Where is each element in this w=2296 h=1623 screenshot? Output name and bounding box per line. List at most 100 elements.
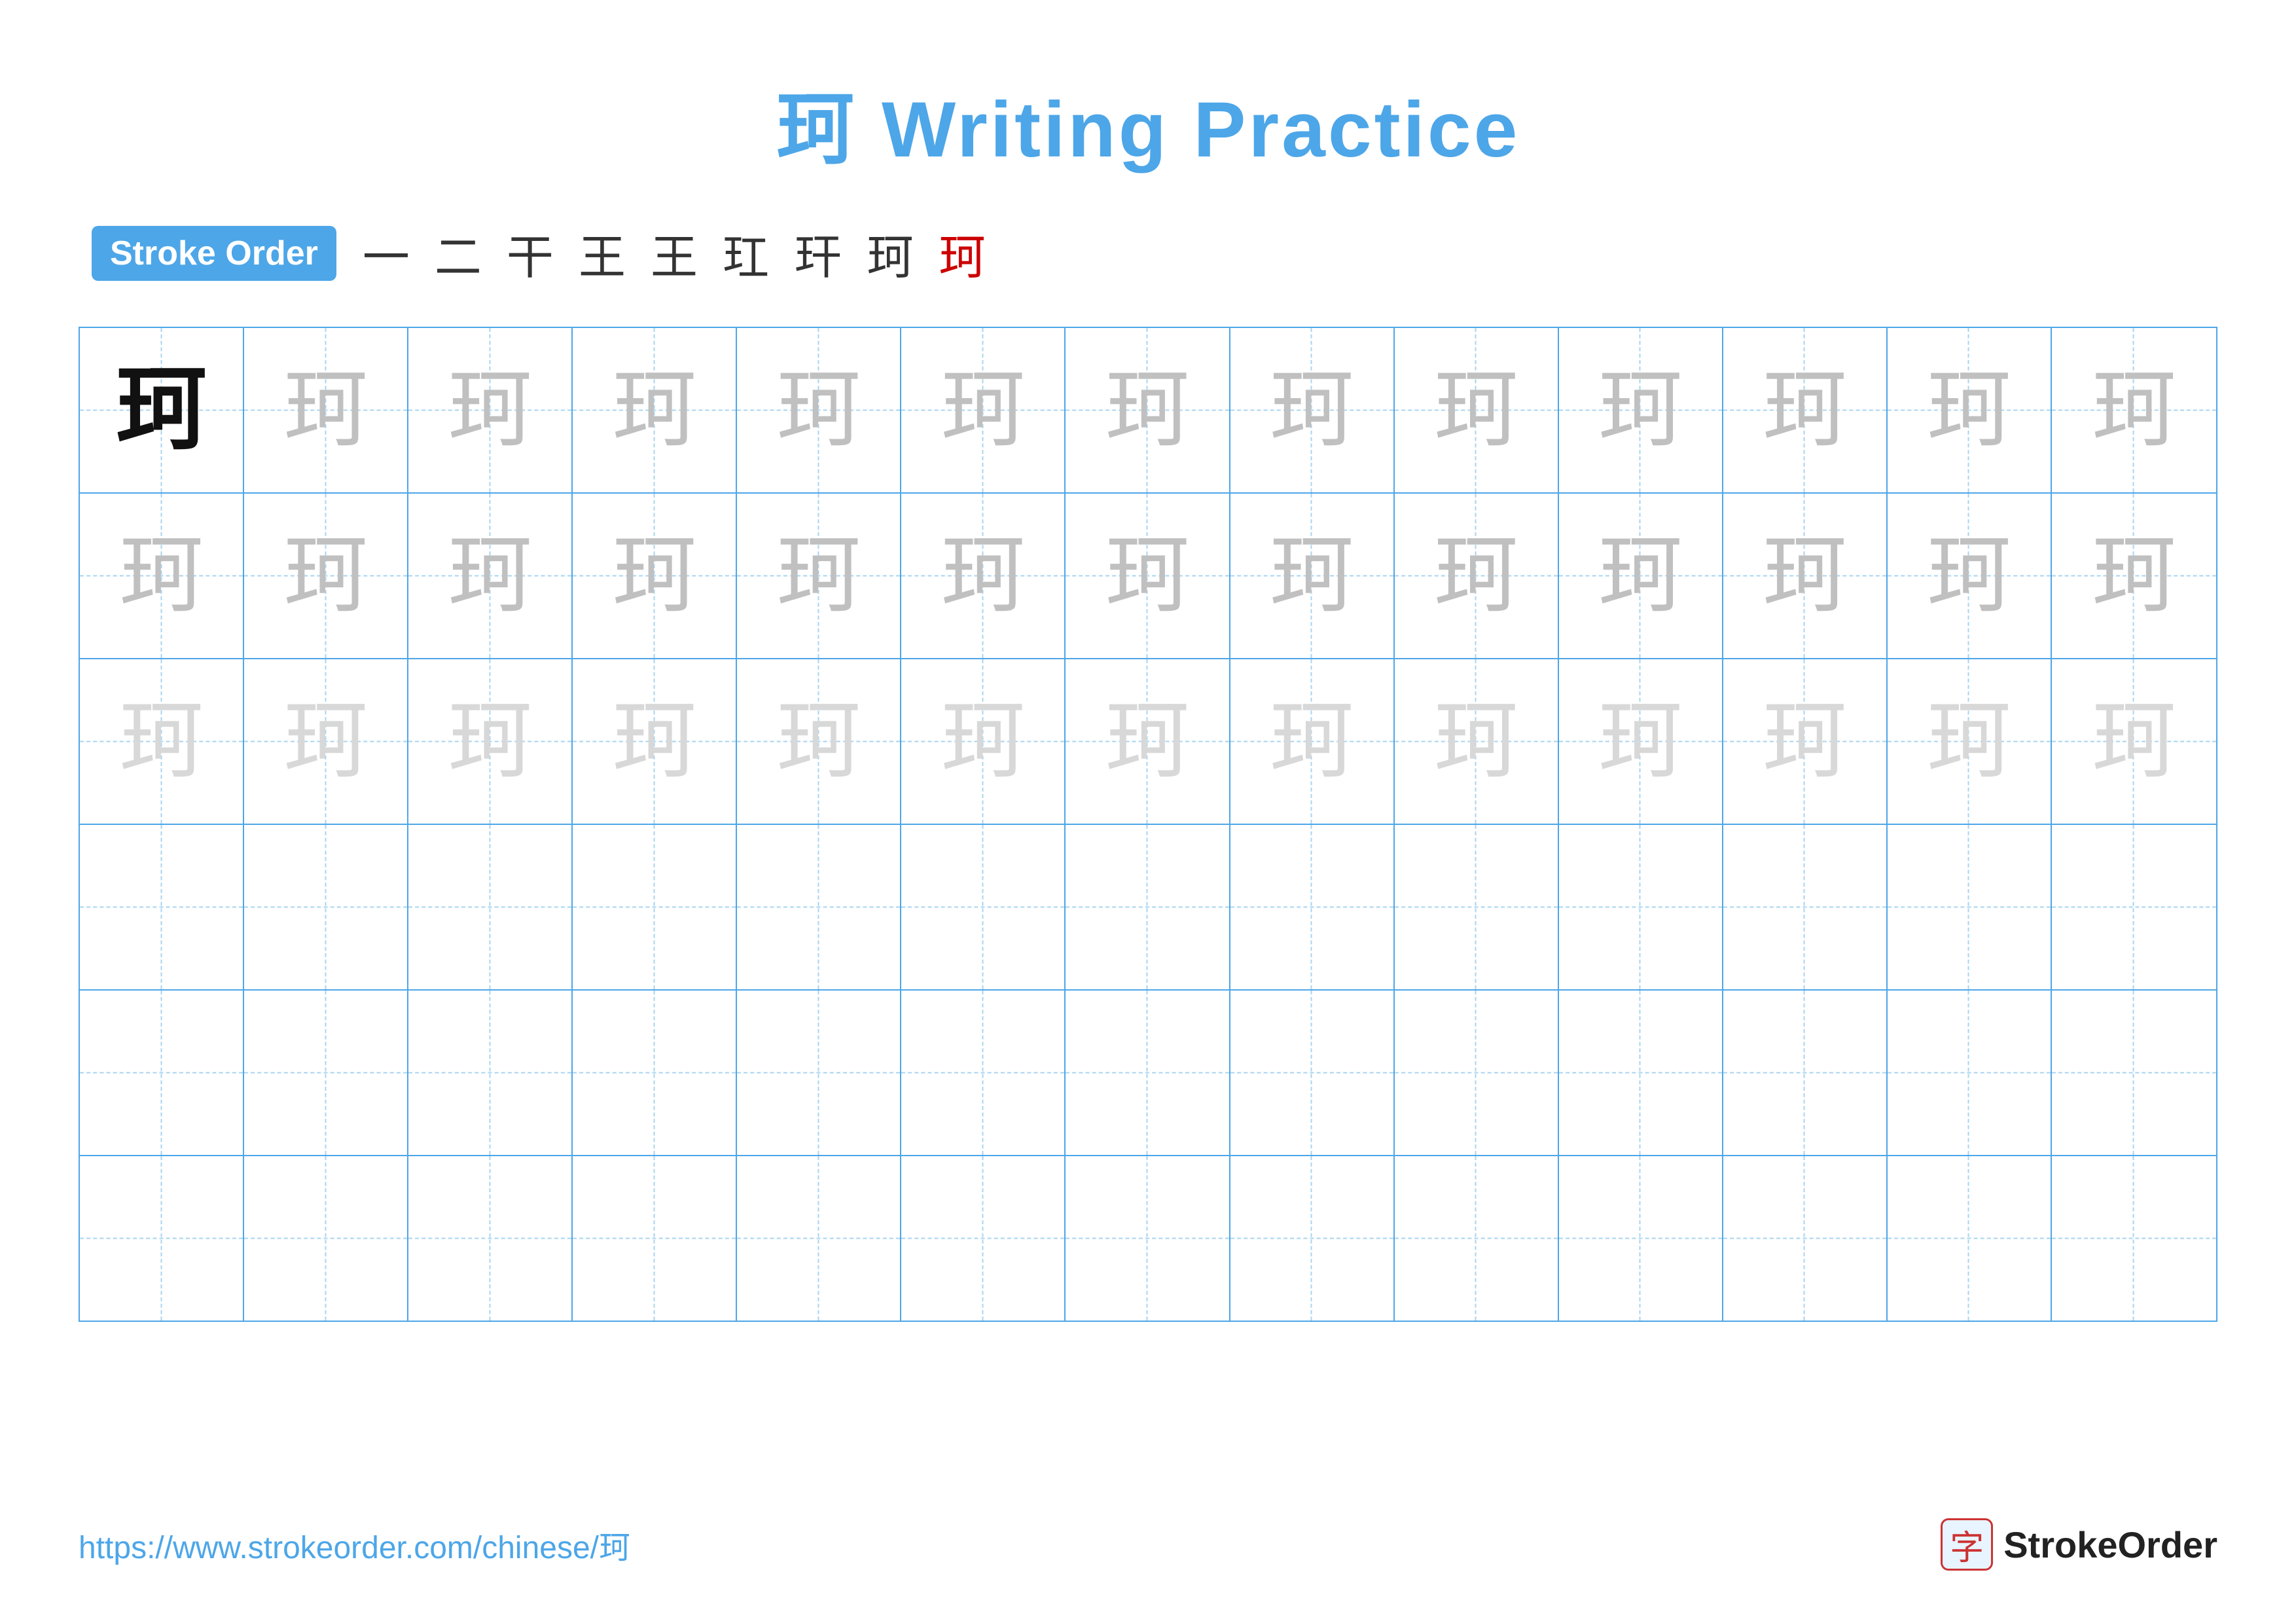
- grid-cell-1-1[interactable]: 珂: [80, 328, 244, 492]
- grid-cell-6-1[interactable]: [80, 1156, 244, 1321]
- char-guide: 珂: [776, 368, 861, 453]
- grid-cell-5-13[interactable]: [2052, 991, 2216, 1155]
- grid-cell-5-4[interactable]: [573, 991, 737, 1155]
- char-guide: 珂: [283, 534, 368, 619]
- char-guide-light: 珂: [119, 699, 204, 784]
- char-guide: 珂: [941, 534, 1026, 619]
- grid-cell-6-12[interactable]: [1888, 1156, 2052, 1321]
- grid-cell-6-4[interactable]: [573, 1156, 737, 1321]
- grid-cell-4-7[interactable]: [1066, 825, 1230, 989]
- char-guide-light: 珂: [1269, 699, 1354, 784]
- grid-cell-6-11[interactable]: [1723, 1156, 1888, 1321]
- grid-cell-2-3[interactable]: 珂: [408, 494, 573, 658]
- grid-cell-2-8[interactable]: 珂: [1230, 494, 1395, 658]
- grid-cell-2-2[interactable]: 珂: [244, 494, 408, 658]
- grid-cell-4-11[interactable]: [1723, 825, 1888, 989]
- grid-cell-6-9[interactable]: [1395, 1156, 1559, 1321]
- grid-cell-4-4[interactable]: [573, 825, 737, 989]
- char-guide: 珂: [283, 368, 368, 453]
- grid-cell-6-8[interactable]: [1230, 1156, 1395, 1321]
- char-guide: 珂: [1269, 368, 1354, 453]
- grid-cell-5-5[interactable]: [737, 991, 901, 1155]
- grid-cell-6-5[interactable]: [737, 1156, 901, 1321]
- grid-cell-5-10[interactable]: [1559, 991, 1723, 1155]
- grid-cell-2-1[interactable]: 珂: [80, 494, 244, 658]
- grid-cell-1-10[interactable]: 珂: [1559, 328, 1723, 492]
- grid-cell-3-9[interactable]: 珂: [1395, 659, 1559, 824]
- grid-cell-1-9[interactable]: 珂: [1395, 328, 1559, 492]
- grid-cell-4-10[interactable]: [1559, 825, 1723, 989]
- grid-cell-4-1[interactable]: [80, 825, 244, 989]
- grid-cell-4-6[interactable]: [901, 825, 1066, 989]
- grid-cell-6-6[interactable]: [901, 1156, 1066, 1321]
- grid-cell-4-5[interactable]: [737, 825, 901, 989]
- grid-cell-6-10[interactable]: [1559, 1156, 1723, 1321]
- grid-cell-2-7[interactable]: 珂: [1066, 494, 1230, 658]
- grid-cell-2-5[interactable]: 珂: [737, 494, 901, 658]
- grid-cell-2-12[interactable]: 珂: [1888, 494, 2052, 658]
- grid-cell-2-4[interactable]: 珂: [573, 494, 737, 658]
- char-guide-light: 珂: [2091, 699, 2176, 784]
- grid-cell-1-7[interactable]: 珂: [1066, 328, 1230, 492]
- grid-cell-5-2[interactable]: [244, 991, 408, 1155]
- grid-cell-5-12[interactable]: [1888, 991, 2052, 1155]
- grid-cell-6-7[interactable]: [1066, 1156, 1230, 1321]
- grid-cell-3-11[interactable]: 珂: [1723, 659, 1888, 824]
- grid-cell-1-3[interactable]: 珂: [408, 328, 573, 492]
- grid-cell-6-3[interactable]: [408, 1156, 573, 1321]
- grid-cell-3-4[interactable]: 珂: [573, 659, 737, 824]
- grid-cell-5-6[interactable]: [901, 991, 1066, 1155]
- grid-cell-1-2[interactable]: 珂: [244, 328, 408, 492]
- grid-cell-1-11[interactable]: 珂: [1723, 328, 1888, 492]
- grid-cell-6-13[interactable]: [2052, 1156, 2216, 1321]
- grid-cell-5-9[interactable]: [1395, 991, 1559, 1155]
- grid-cell-3-8[interactable]: 珂: [1230, 659, 1395, 824]
- grid-cell-3-10[interactable]: 珂: [1559, 659, 1723, 824]
- grid-cell-4-8[interactable]: [1230, 825, 1395, 989]
- grid-cell-5-7[interactable]: [1066, 991, 1230, 1155]
- grid-cell-2-6[interactable]: 珂: [901, 494, 1066, 658]
- grid-cell-2-9[interactable]: 珂: [1395, 494, 1559, 658]
- grid-cell-4-13[interactable]: [2052, 825, 2216, 989]
- logo-text: StrokeOrder: [2003, 1523, 2217, 1566]
- grid-cell-2-10[interactable]: 珂: [1559, 494, 1723, 658]
- stroke-step-8: 珂: [867, 219, 914, 287]
- stroke-step-6: 玒: [723, 219, 770, 287]
- grid-cell-3-2[interactable]: 珂: [244, 659, 408, 824]
- grid-cell-5-3[interactable]: [408, 991, 573, 1155]
- char-guide: 珂: [612, 534, 697, 619]
- grid-cell-4-9[interactable]: [1395, 825, 1559, 989]
- grid-cell-3-3[interactable]: 珂: [408, 659, 573, 824]
- grid-cell-2-13[interactable]: 珂: [2052, 494, 2216, 658]
- grid-cell-4-3[interactable]: [408, 825, 573, 989]
- page: 珂 Writing Practice Stroke Order 一 二 干 王 …: [0, 0, 2296, 1623]
- grid-cell-3-5[interactable]: 珂: [737, 659, 901, 824]
- grid-cell-2-11[interactable]: 珂: [1723, 494, 1888, 658]
- grid-cell-3-12[interactable]: 珂: [1888, 659, 2052, 824]
- grid-cell-3-1[interactable]: 珂: [80, 659, 244, 824]
- grid-cell-4-2[interactable]: [244, 825, 408, 989]
- char-guide-light: 珂: [1926, 699, 2011, 784]
- grid-cell-3-7[interactable]: 珂: [1066, 659, 1230, 824]
- grid-cell-1-6[interactable]: 珂: [901, 328, 1066, 492]
- grid-cell-5-11[interactable]: [1723, 991, 1888, 1155]
- grid-cell-6-2[interactable]: [244, 1156, 408, 1321]
- grid-cell-5-8[interactable]: [1230, 991, 1395, 1155]
- grid-cell-1-12[interactable]: 珂: [1888, 328, 2052, 492]
- grid-cell-4-12[interactable]: [1888, 825, 2052, 989]
- grid-row-6: [80, 1156, 2216, 1321]
- grid-cell-1-13[interactable]: 珂: [2052, 328, 2216, 492]
- grid-cell-3-6[interactable]: 珂: [901, 659, 1066, 824]
- page-title: 珂 Writing Practice: [79, 65, 2217, 179]
- char-guide: 珂: [612, 368, 697, 453]
- grid-cell-1-8[interactable]: 珂: [1230, 328, 1395, 492]
- grid-cell-1-5[interactable]: 珂: [737, 328, 901, 492]
- stroke-step-2: 二: [435, 219, 482, 287]
- stroke-step-7: 玕: [795, 219, 842, 287]
- footer-url[interactable]: https://www.strokeorder.com/chinese/珂: [79, 1522, 630, 1567]
- char-guide: 珂: [448, 368, 533, 453]
- grid-cell-1-4[interactable]: 珂: [573, 328, 737, 492]
- grid-cell-5-1[interactable]: [80, 991, 244, 1155]
- practice-grid: 珂 珂 珂 珂 珂 珂 珂 珂 珂 珂 珂 珂 珂 珂 珂 珂 珂 珂 珂 珂 …: [79, 327, 2217, 1322]
- grid-cell-3-13[interactable]: 珂: [2052, 659, 2216, 824]
